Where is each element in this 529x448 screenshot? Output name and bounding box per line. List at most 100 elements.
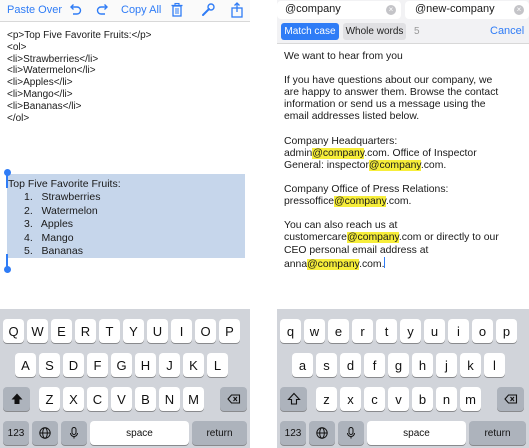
key-u[interactable]: U bbox=[147, 319, 168, 343]
doc-line: pressoffice@company.com. bbox=[284, 196, 412, 208]
key-c[interactable]: c bbox=[364, 387, 385, 411]
key-t[interactable]: T bbox=[99, 319, 120, 343]
key-o[interactable]: o bbox=[472, 319, 493, 343]
dictation-key[interactable] bbox=[61, 421, 87, 445]
key-p[interactable]: P bbox=[219, 319, 240, 343]
doc-line: anna@company.com. bbox=[284, 256, 386, 270]
key-z[interactable]: Z bbox=[39, 387, 60, 411]
key-e[interactable]: e bbox=[328, 319, 349, 343]
key-b[interactable]: B bbox=[135, 387, 156, 411]
key-w[interactable]: w bbox=[304, 319, 325, 343]
source-line: <p>Top Five Favorite Fruits:</p> bbox=[7, 30, 152, 41]
search-field[interactable]: @company × bbox=[277, 1, 401, 19]
source-line: <li>Watermelon</li> bbox=[7, 65, 96, 77]
key-l[interactable]: l bbox=[484, 353, 505, 377]
find-replace-bar: @company × @new-company × Match case Who… bbox=[277, 0, 529, 44]
key-r[interactable]: r bbox=[352, 319, 373, 343]
right-find-replace-screen: @company × @new-company × Match case Who… bbox=[277, 0, 529, 448]
replace-input[interactable]: @new-company bbox=[415, 3, 495, 15]
backspace-key[interactable] bbox=[497, 387, 524, 411]
key-y[interactable]: Y bbox=[123, 319, 144, 343]
microphone-icon bbox=[70, 427, 78, 439]
return-key[interactable]: return bbox=[192, 421, 247, 445]
key-n[interactable]: n bbox=[436, 387, 457, 411]
key-s[interactable]: s bbox=[316, 353, 337, 377]
key-s[interactable]: S bbox=[39, 353, 60, 377]
cancel-button[interactable]: Cancel bbox=[490, 25, 524, 37]
dictation-key[interactable] bbox=[338, 421, 364, 445]
backspace-key[interactable] bbox=[220, 387, 247, 411]
match-case-toggle[interactable]: Match case bbox=[281, 23, 339, 40]
key-c[interactable]: C bbox=[87, 387, 108, 411]
source-line: <li>Strawberries</li> bbox=[7, 53, 99, 65]
shift-key[interactable] bbox=[280, 387, 307, 411]
return-key[interactable]: return bbox=[469, 421, 526, 445]
editor-toolbar: Paste Over Copy All bbox=[0, 0, 250, 22]
key-d[interactable]: D bbox=[63, 353, 84, 377]
key-k[interactable]: K bbox=[183, 353, 204, 377]
shift-key[interactable] bbox=[3, 387, 30, 411]
globe-key[interactable] bbox=[309, 421, 335, 445]
list-item: 5. Bananas bbox=[24, 245, 83, 257]
numbers-key[interactable]: 123 bbox=[280, 421, 306, 445]
key-y[interactable]: y bbox=[400, 319, 421, 343]
space-key[interactable]: space bbox=[367, 421, 466, 445]
numbers-key[interactable]: 123 bbox=[3, 421, 29, 445]
whole-words-toggle[interactable]: Whole words bbox=[343, 23, 406, 40]
list-item: 3. Apples bbox=[24, 218, 74, 230]
selection-end-handle[interactable] bbox=[4, 266, 11, 273]
key-o[interactable]: O bbox=[195, 319, 216, 343]
share-icon[interactable] bbox=[228, 1, 246, 19]
key-i[interactable]: i bbox=[448, 319, 469, 343]
key-b[interactable]: b bbox=[412, 387, 433, 411]
clear-search-icon[interactable]: × bbox=[386, 5, 396, 15]
key-f[interactable]: F bbox=[87, 353, 108, 377]
key-p[interactable]: p bbox=[496, 319, 517, 343]
key-m[interactable]: m bbox=[460, 387, 481, 411]
key-a[interactable]: a bbox=[292, 353, 313, 377]
key-j[interactable]: J bbox=[159, 353, 180, 377]
redo-icon[interactable] bbox=[94, 1, 112, 19]
key-a[interactable]: A bbox=[15, 353, 36, 377]
key-n[interactable]: N bbox=[159, 387, 180, 411]
key-k[interactable]: k bbox=[460, 353, 481, 377]
space-key[interactable]: space bbox=[90, 421, 189, 445]
key-j[interactable]: j bbox=[436, 353, 457, 377]
trash-icon[interactable] bbox=[168, 1, 186, 19]
key-r[interactable]: R bbox=[75, 319, 96, 343]
copy-all-button[interactable]: Copy All bbox=[121, 4, 161, 16]
key-d[interactable]: d bbox=[340, 353, 361, 377]
clear-replace-icon[interactable]: × bbox=[514, 5, 524, 15]
key-l[interactable]: L bbox=[207, 353, 228, 377]
key-e[interactable]: E bbox=[51, 319, 72, 343]
replace-field[interactable]: @new-company × bbox=[405, 1, 529, 19]
key-x[interactable]: x bbox=[340, 387, 361, 411]
paste-over-button[interactable]: Paste Over bbox=[7, 4, 62, 16]
key-x[interactable]: X bbox=[63, 387, 84, 411]
search-input[interactable]: @company bbox=[285, 3, 341, 15]
key-w[interactable]: W bbox=[27, 319, 48, 343]
key-v[interactable]: V bbox=[111, 387, 132, 411]
doc-line: Company Headquarters: bbox=[284, 135, 398, 147]
doc-line: Company Office of Press Relations: bbox=[284, 184, 449, 196]
key-g[interactable]: g bbox=[388, 353, 409, 377]
key-h[interactable]: H bbox=[135, 353, 156, 377]
key-u[interactable]: u bbox=[424, 319, 445, 343]
key-q[interactable]: q bbox=[280, 319, 301, 343]
key-g[interactable]: G bbox=[111, 353, 132, 377]
key-z[interactable]: z bbox=[316, 387, 337, 411]
doc-line: email addresses listed below. bbox=[284, 111, 420, 123]
key-m[interactable]: M bbox=[183, 387, 204, 411]
html-source-code[interactable]: <p>Top Five Favorite Fruits:</p> <ol> <l… bbox=[7, 30, 152, 124]
undo-icon[interactable] bbox=[66, 1, 84, 19]
globe-key[interactable] bbox=[32, 421, 58, 445]
key-v[interactable]: v bbox=[388, 387, 409, 411]
key-f[interactable]: f bbox=[364, 353, 385, 377]
list-item: 2. Watermelon bbox=[24, 204, 98, 217]
wrench-icon[interactable] bbox=[199, 1, 217, 19]
key-h[interactable]: h bbox=[412, 353, 433, 377]
key-t[interactable]: t bbox=[376, 319, 397, 343]
key-i[interactable]: I bbox=[171, 319, 192, 343]
key-q[interactable]: Q bbox=[3, 319, 24, 343]
document-body[interactable]: We want to hear from you If you have que… bbox=[284, 51, 524, 271]
